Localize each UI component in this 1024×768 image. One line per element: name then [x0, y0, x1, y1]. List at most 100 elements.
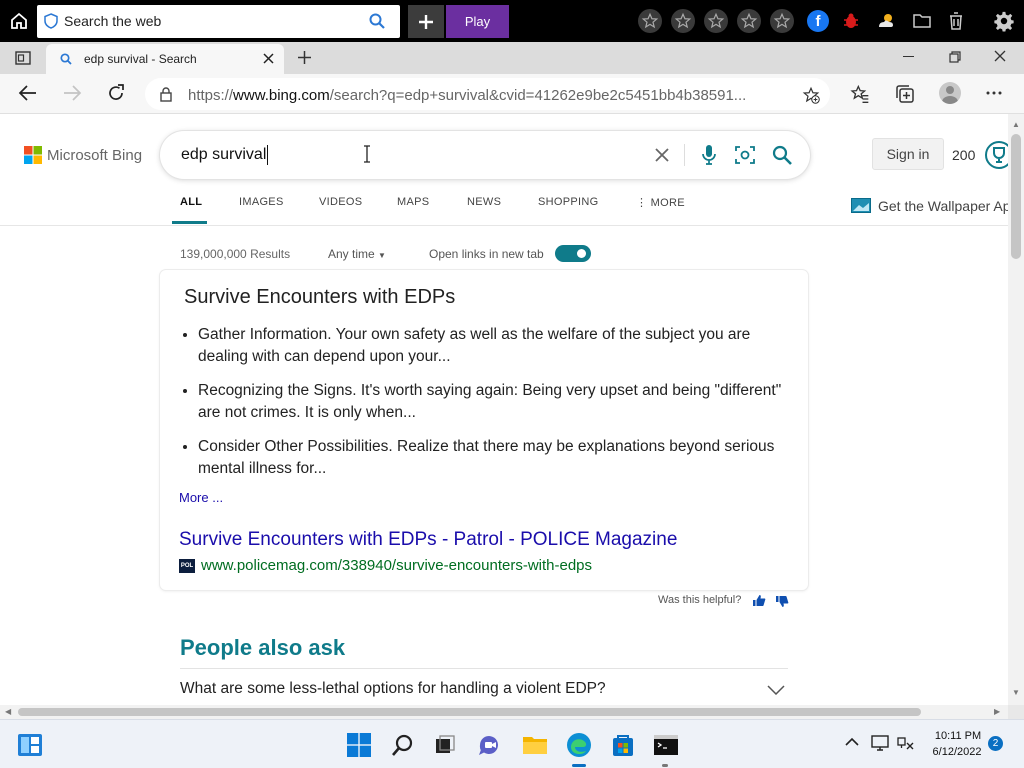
scroll-up-arrow-icon[interactable]: ▲	[1012, 120, 1020, 129]
more-options-icon[interactable]	[986, 91, 1002, 95]
microsoft-logo-icon[interactable]	[24, 146, 42, 164]
clock-time[interactable]: 10:11 PM	[928, 730, 988, 742]
lock-icon[interactable]	[160, 87, 172, 102]
thumbs-down-icon[interactable]	[775, 595, 789, 608]
favorite-star-icon[interactable]	[704, 9, 728, 33]
shield-icon	[44, 13, 58, 29]
restore-icon[interactable]	[949, 51, 961, 63]
taskbar-search-icon[interactable]	[390, 732, 416, 758]
more-link[interactable]: More ...	[179, 490, 223, 505]
open-links-toggle[interactable]	[555, 245, 591, 262]
bug-icon[interactable]	[842, 12, 860, 30]
toggle-knob	[577, 249, 586, 258]
vertical-scrollbar[interactable]: ▲ ▼	[1008, 114, 1024, 705]
horizontal-scroll-thumb[interactable]	[18, 708, 921, 716]
back-arrow-icon[interactable]	[18, 84, 38, 102]
bing-search-box[interactable]: edp survival	[160, 131, 810, 179]
wallpaper-promo-link[interactable]: Get the Wallpaper Ap	[878, 198, 1008, 214]
web-search-placeholder: Search the web	[64, 13, 162, 29]
close-window-icon[interactable]	[994, 50, 1006, 62]
visual-search-icon[interactable]	[735, 145, 755, 165]
nav-tab-news[interactable]: NEWS	[467, 196, 501, 208]
microphone-icon[interactable]	[702, 144, 716, 166]
search-submit-icon[interactable]	[772, 145, 792, 165]
active-app-indicator	[572, 764, 586, 767]
collections-icon[interactable]	[895, 84, 915, 104]
microsoft-store-icon[interactable]	[610, 732, 636, 758]
nav-tab-shopping[interactable]: SHOPPING	[538, 196, 598, 208]
source-url[interactable]: www.policemag.com/338940/survive-encount…	[201, 557, 592, 574]
scroll-down-arrow-icon[interactable]: ▼	[1012, 688, 1020, 697]
search-icon[interactable]	[369, 13, 385, 29]
browser-tab-active[interactable]: edp survival - Search	[46, 44, 284, 74]
rewards-trophy-icon[interactable]	[985, 141, 1008, 169]
header-divider	[0, 225, 1008, 226]
scroll-right-arrow-icon[interactable]: ▶	[994, 707, 1000, 716]
forward-arrow-icon[interactable]	[62, 84, 82, 102]
home-icon[interactable]	[6, 8, 32, 34]
network-disconnected-icon[interactable]	[897, 735, 915, 751]
more-dots-icon: ⋮	[636, 197, 651, 209]
minimize-icon[interactable]	[903, 56, 914, 57]
results-count: 139,000,000 Results	[180, 247, 291, 261]
address-bar[interactable]: https://www.bing.com/search?q=edp+surviv…	[145, 78, 830, 110]
sign-in-button[interactable]: Sign in	[872, 138, 944, 170]
trash-icon[interactable]	[947, 11, 965, 31]
scroll-left-arrow-icon[interactable]: ◀	[5, 707, 11, 716]
weather-icon[interactable]	[876, 12, 896, 30]
clock-date[interactable]: 6/12/2022	[925, 746, 989, 758]
policemag-favicon: POL	[179, 559, 195, 573]
wallpaper-app-icon[interactable]	[851, 198, 871, 213]
refresh-icon[interactable]	[106, 83, 126, 103]
folder-icon[interactable]	[912, 12, 932, 30]
paa-question[interactable]: What are some less-lethal options for ha…	[180, 680, 606, 698]
notification-badge[interactable]: 2	[988, 736, 1003, 751]
edge-browser-icon[interactable]	[566, 732, 592, 758]
source-title-link[interactable]: Survive Encounters with EDPs - Patrol - …	[179, 529, 677, 551]
nav-tab-videos[interactable]: VIDEOS	[319, 196, 362, 208]
time-filter-dropdown[interactable]: Any time ▼	[328, 247, 386, 261]
terminal-icon[interactable]	[653, 732, 679, 758]
favorite-star-icon[interactable]	[671, 9, 695, 33]
bing-logo-text[interactable]: Microsoft Bing	[47, 147, 142, 164]
thumbs-up-icon[interactable]	[752, 594, 766, 607]
favorite-star-icon[interactable]	[638, 9, 662, 33]
vertical-scroll-thumb[interactable]	[1011, 134, 1021, 259]
facebook-icon[interactable]: f	[807, 10, 829, 32]
web-search-box[interactable]: Search the web	[37, 5, 400, 38]
favorites-icon[interactable]	[850, 84, 870, 104]
task-view-icon[interactable]	[432, 732, 458, 758]
answer-title: Survive Encounters with EDPs	[184, 286, 456, 308]
clear-search-icon[interactable]	[655, 148, 669, 162]
chevron-down-icon[interactable]	[767, 685, 785, 695]
nav-tab-images[interactable]: IMAGES	[239, 196, 284, 208]
windows-start-icon[interactable]	[346, 732, 372, 758]
favorite-star-icon[interactable]	[737, 9, 761, 33]
teams-chat-icon[interactable]	[477, 732, 503, 758]
bing-results-page: Microsoft Bing edp survival Sign in 200 …	[0, 114, 1008, 705]
show-hidden-icons-chevron-icon[interactable]	[845, 737, 859, 747]
tab-actions-icon[interactable]	[15, 51, 31, 65]
new-tab-icon[interactable]	[297, 50, 312, 65]
profile-avatar-icon[interactable]	[939, 82, 961, 104]
add-favorite-icon[interactable]	[802, 86, 820, 104]
search-query-input[interactable]: edp survival	[181, 146, 266, 164]
close-tab-icon[interactable]	[263, 53, 274, 64]
tab-title: edp survival - Search	[84, 52, 197, 66]
answer-card: Survive Encounters with EDPs Gather Info…	[160, 270, 808, 590]
nav-tab-all[interactable]: ALL	[180, 196, 202, 208]
gear-icon[interactable]	[993, 10, 1015, 32]
widgets-icon[interactable]	[17, 732, 43, 758]
rewards-count[interactable]: 200	[952, 147, 975, 163]
active-tab-underline	[172, 221, 207, 224]
favorite-star-icon[interactable]	[770, 9, 794, 33]
add-button[interactable]	[408, 5, 444, 38]
nav-tab-more[interactable]: ⋮ MORE	[636, 196, 685, 209]
play-button[interactable]: Play	[446, 5, 509, 38]
nav-tab-maps[interactable]: MAPS	[397, 196, 429, 208]
search-divider	[684, 144, 685, 166]
ibeam-cursor-icon	[362, 145, 372, 163]
display-icon[interactable]	[871, 735, 889, 751]
horizontal-scrollbar[interactable]: ◀ ▶	[0, 705, 1008, 719]
file-explorer-icon[interactable]	[522, 732, 548, 758]
